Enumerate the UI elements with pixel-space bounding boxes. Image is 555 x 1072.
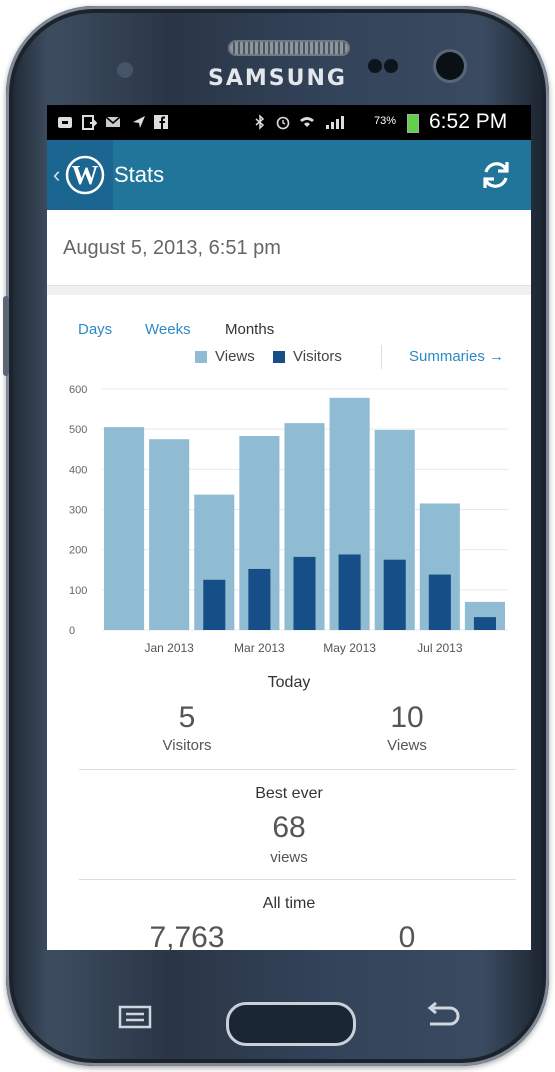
refresh-icon[interactable] (479, 158, 513, 192)
bar-visitors (338, 554, 361, 630)
action-bar: ‹ W Stats (47, 140, 531, 210)
all-time-right-value: 0 (398, 921, 416, 950)
screen: 73% 6:52 PM ‹ W Stats August 5, 2013, 6:… (47, 105, 531, 950)
tab-days[interactable]: Days (78, 321, 112, 338)
stats-bar-chart: 0 100 200 300 400 500 600 Jan 2013 Mar 2013 May 2… (69, 384, 508, 655)
wordpress-logo-icon: W (65, 155, 105, 195)
home-button[interactable] (226, 1002, 356, 1046)
section-divider (79, 769, 516, 770)
battery-icon (407, 114, 419, 133)
home-up-button[interactable]: ‹ W (47, 140, 113, 210)
last-updated-date: August 5, 2013, 6:51 pm (63, 237, 281, 259)
x-tick-label: Mar 2013 (234, 641, 285, 655)
bar-visitors (293, 556, 316, 630)
location-icon (133, 116, 145, 128)
x-tick-label: May 2013 (323, 641, 376, 655)
all-time-title: All time (262, 895, 316, 912)
menu-key-icon[interactable] (118, 1004, 152, 1030)
signal-icon (326, 116, 344, 129)
bar-visitors (383, 559, 406, 630)
bar-visitors (203, 579, 226, 630)
today-visitors-label: Visitors (162, 737, 212, 754)
y-tick-label: 300 (69, 505, 87, 517)
facebook-icon (154, 115, 168, 129)
date-card: August 5, 2013, 6:51 pm (47, 210, 531, 286)
bar-views (104, 427, 145, 630)
earpiece-speaker (230, 42, 348, 54)
upload-icon (82, 115, 97, 130)
battery-percent: 73% (374, 115, 397, 127)
status-bar: 73% 6:52 PM (47, 105, 531, 140)
x-tick-label: Jul 2013 (417, 641, 463, 655)
svg-text:W: W (72, 160, 99, 190)
notification-icon (58, 117, 72, 128)
best-ever-value: 68 (272, 811, 306, 844)
back-key-icon[interactable] (420, 1000, 464, 1032)
best-ever-title: Best ever (255, 785, 323, 802)
legend-visitors-label: Visitors (293, 348, 342, 365)
wifi-icon (300, 117, 314, 127)
stage: SAMSUNG 73% 6:52 PM ‹ W Stats August 5, … (0, 0, 555, 1072)
all-time-views-value: 7,763 (149, 921, 225, 950)
bar-visitors (248, 568, 271, 630)
today-views-label: Views (387, 737, 427, 754)
tab-months[interactable]: Months (225, 321, 274, 338)
x-tick-label: Jan 2013 (144, 641, 194, 655)
mail-icon (105, 116, 121, 127)
y-tick-label: 100 (69, 585, 87, 597)
bar-views (149, 439, 190, 630)
volume-button[interactable] (3, 296, 9, 376)
bar-visitors (428, 574, 451, 630)
today-views-value: 10 (390, 701, 424, 734)
y-tick-label: 600 (69, 384, 87, 396)
stats-card: Days Weeks Months Views Visitors Summari… (47, 295, 531, 950)
bar-visitors (473, 617, 496, 630)
back-chevron-icon: ‹ (53, 162, 61, 187)
today-visitors-value: 5 (178, 701, 196, 734)
page-title: Stats (114, 162, 165, 187)
legend-views-swatch (195, 351, 207, 363)
y-tick-label: 0 (69, 625, 75, 637)
alarm-icon (276, 116, 290, 130)
brand-logo: SAMSUNG (208, 66, 347, 91)
bluetooth-icon (255, 114, 265, 130)
section-divider (79, 879, 516, 880)
summaries-link[interactable]: Summaries → (409, 348, 504, 365)
clock: 6:52 PM (429, 110, 508, 133)
y-tick-label: 500 (69, 424, 87, 436)
today-title: Today (267, 674, 311, 691)
y-tick-label: 200 (69, 545, 87, 557)
legend-visitors-swatch (273, 351, 285, 363)
tab-weeks[interactable]: Weeks (145, 321, 191, 338)
legend-views-label: Views (215, 348, 255, 365)
best-ever-label: views (270, 849, 308, 866)
y-tick-label: 400 (69, 464, 87, 476)
legend-divider (381, 345, 382, 369)
